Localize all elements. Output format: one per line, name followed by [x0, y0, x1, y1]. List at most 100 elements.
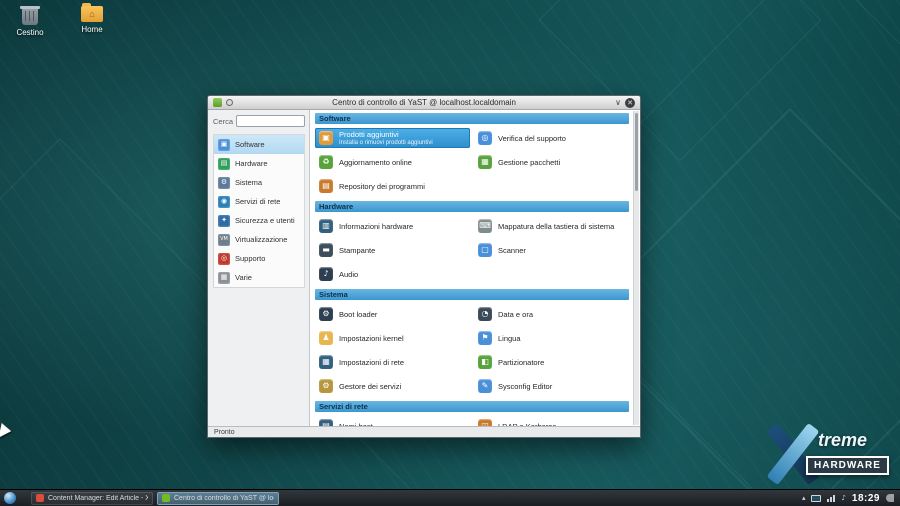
section-grid: ▣Prodotti aggiuntiviInstalla o rimuovi p…: [315, 128, 629, 196]
module-informazioni-hardware[interactable]: ▥Informazioni hardware: [315, 216, 470, 236]
pin-icon[interactable]: [226, 99, 233, 106]
module-label: Sysconfig Editor: [498, 382, 552, 391]
kernel-settings-icon: ♟: [319, 331, 333, 345]
scrollbar[interactable]: [633, 111, 639, 425]
module-impostazioni-kernel[interactable]: ♟Impostazioni kernel: [315, 328, 470, 348]
sidebar-item-supporto[interactable]: ◎Supporto: [214, 249, 304, 268]
sidebar-item-servizi-di-rete[interactable]: ◉Servizi di rete: [214, 192, 304, 211]
taskbar-task-centro-di-controllo-di-yast-[interactable]: Centro di controllo di YaST @ local...: [157, 492, 279, 505]
module-text: Aggiornamento online: [339, 158, 412, 167]
repositories-icon: ▤: [319, 179, 333, 193]
task-label: Centro di controllo di YaST @ local...: [174, 495, 274, 502]
module-label: Prodotti aggiuntivi: [339, 130, 433, 139]
module-mappatura-della-tastiera-di-sistema[interactable]: ⌨ Mappatura della tastiera di sistema: [474, 216, 629, 236]
window-titlebar[interactable]: Centro di controllo di YaST @ localhost.…: [208, 96, 640, 110]
hardware-icon: ▤: [218, 158, 230, 170]
module-aggiornamento-online[interactable]: ♻ Aggiornamento online: [315, 152, 470, 172]
module-label: Scanner: [498, 246, 526, 255]
module-text: Lingua: [498, 334, 521, 343]
module-gestore-dei-servizi[interactable]: ⚙Gestore dei servizi: [315, 376, 470, 396]
window-title: Centro di controllo di YaST @ localhost.…: [237, 98, 611, 107]
module-text: Mappatura della tastiera di sistema: [498, 222, 614, 231]
status-text: Pronto: [214, 429, 235, 436]
sidebar-item-sicurezza-e-utenti[interactable]: ✦Sicurezza e utenti: [214, 211, 304, 230]
module-scanner[interactable]: ▢ Scanner: [474, 240, 629, 260]
desktop-icon-home[interactable]: ⌂ Home: [70, 6, 114, 37]
clock[interactable]: 18:29: [852, 493, 880, 504]
application-launcher-icon[interactable]: [4, 492, 16, 504]
network-icon[interactable]: [827, 495, 835, 502]
module-label: Gestore dei servizi: [339, 382, 401, 391]
module-label: Lingua: [498, 334, 521, 343]
boot-loader-icon: ⚙: [319, 307, 333, 321]
keyboard-icon: ⌨: [478, 219, 492, 233]
sidebar-item-virtualizzazione[interactable]: VMVirtualizzazione: [214, 230, 304, 249]
mouse-cursor-icon: [0, 423, 12, 440]
module-text: Gestore dei servizi: [339, 382, 401, 391]
module-text: Nomi host: [339, 422, 373, 427]
module-label: Boot loader: [339, 310, 377, 319]
section-header-servizi-di-rete: Servizi di rete: [315, 401, 629, 412]
panel-toolbox-icon[interactable]: [886, 494, 894, 502]
window-body: Cerca ▣Software▤Hardware⚙Sistema◉Servizi…: [208, 110, 640, 426]
section-grid: ▥Informazioni hardware ⌨ Mappatura della t…: [315, 216, 629, 284]
module-label: Repository dei programmi: [339, 182, 425, 191]
module-lingua[interactable]: ⚑Lingua: [474, 328, 629, 348]
module-text: Repository dei programmi: [339, 182, 425, 191]
module-label: LDAP e Kerberos: [498, 422, 556, 427]
module-label: Audio: [339, 270, 358, 279]
taskbar: Content Manager: Edit Article - Xtr... Ce…: [0, 489, 900, 506]
content-manager-icon: [36, 494, 44, 502]
yast-window-icon: [213, 98, 222, 107]
module-label: Aggiornamento online: [339, 158, 412, 167]
module-ldap-e-kerberos[interactable]: ◫ LDAP e Kerberos: [474, 416, 629, 426]
desktop-icon-cestino[interactable]: Cestino: [8, 6, 52, 37]
module-partizionatore[interactable]: ◧Partizionatore: [474, 352, 629, 372]
module-nomi-host[interactable]: ▤Nomi host: [315, 416, 470, 426]
module-label: Data e ora: [498, 310, 533, 319]
desktop-icon-label: Cestino: [16, 28, 43, 37]
module-sysconfig-editor[interactable]: ✎ Sysconfig Editor: [474, 376, 629, 396]
module-audio[interactable]: ♪ Audio: [315, 264, 470, 284]
sidebar-item-software[interactable]: ▣Software: [214, 135, 304, 154]
module-impostazioni-di-rete[interactable]: ▦Impostazioni di rete: [315, 352, 470, 372]
ldap-kerberos-icon: ◫: [478, 419, 492, 426]
sidebar-item-varie[interactable]: ▦Varie: [214, 268, 304, 287]
scanner-icon: ▢: [478, 243, 492, 257]
sidebar-item-label: Software: [235, 140, 265, 149]
xtreme-hardware-logo: treme HARDWARE: [762, 422, 894, 486]
software-manager-icon: ▦: [478, 155, 492, 169]
shade-button[interactable]: ∨: [615, 99, 621, 107]
search-input[interactable]: [236, 115, 305, 127]
volume-icon[interactable]: ♪: [841, 495, 845, 502]
taskbar-task-content-manager-edit-article[interactable]: Content Manager: Edit Article - Xtr...: [31, 492, 153, 505]
support-icon: ◎: [218, 253, 230, 265]
yast-icon: [162, 494, 170, 502]
hardware-info-icon: ▥: [319, 219, 333, 233]
section-header-hardware: Hardware: [315, 201, 629, 212]
audio-icon: ♪: [319, 267, 333, 281]
module-text: LDAP e Kerberos: [498, 422, 556, 427]
scrollbar-thumb[interactable]: [635, 113, 638, 191]
module-text: Audio: [339, 270, 358, 279]
chevron-up-icon[interactable]: ▴: [802, 495, 806, 502]
sidebar-item-hardware[interactable]: ▤Hardware: [214, 154, 304, 173]
taskbar-tasks: Content Manager: Edit Article - Xtr... Ce…: [31, 492, 279, 505]
module-prodotti-aggiuntivi[interactable]: ▣Prodotti aggiuntiviInstalla o rimuovi p…: [315, 128, 470, 148]
display-icon[interactable]: [811, 495, 821, 502]
module-stampante[interactable]: ▬Stampante: [315, 240, 470, 260]
sidebar-item-sistema[interactable]: ⚙Sistema: [214, 173, 304, 192]
module-subtitle: Installa o rimuovi prodotti aggiuntivi: [339, 140, 433, 146]
sysconfig-editor-icon: ✎: [478, 379, 492, 393]
module-verifica-del-supporto[interactable]: ◎Verifica del supporto: [474, 128, 629, 148]
online-update-icon: ♻: [319, 155, 333, 169]
sidebar-item-label: Sicurezza e utenti: [235, 216, 295, 225]
module-data-e-ora[interactable]: ◔Data e ora: [474, 304, 629, 324]
module-boot-loader[interactable]: ⚙ Boot loader: [315, 304, 470, 324]
section-grid: ⚙ Boot loader ◔Data e ora♟Impostazioni ker…: [315, 304, 629, 396]
module-label: Mappatura della tastiera di sistema: [498, 222, 614, 231]
close-button[interactable]: ✕: [625, 98, 635, 108]
section-grid: ▤Nomi host ◫ LDAP e Kerberos: [315, 416, 629, 426]
module-gestione-pacchetti[interactable]: ▦Gestione pacchetti: [474, 152, 629, 172]
module-repository-dei-programmi[interactable]: ▤ Repository dei programmi: [315, 176, 470, 196]
